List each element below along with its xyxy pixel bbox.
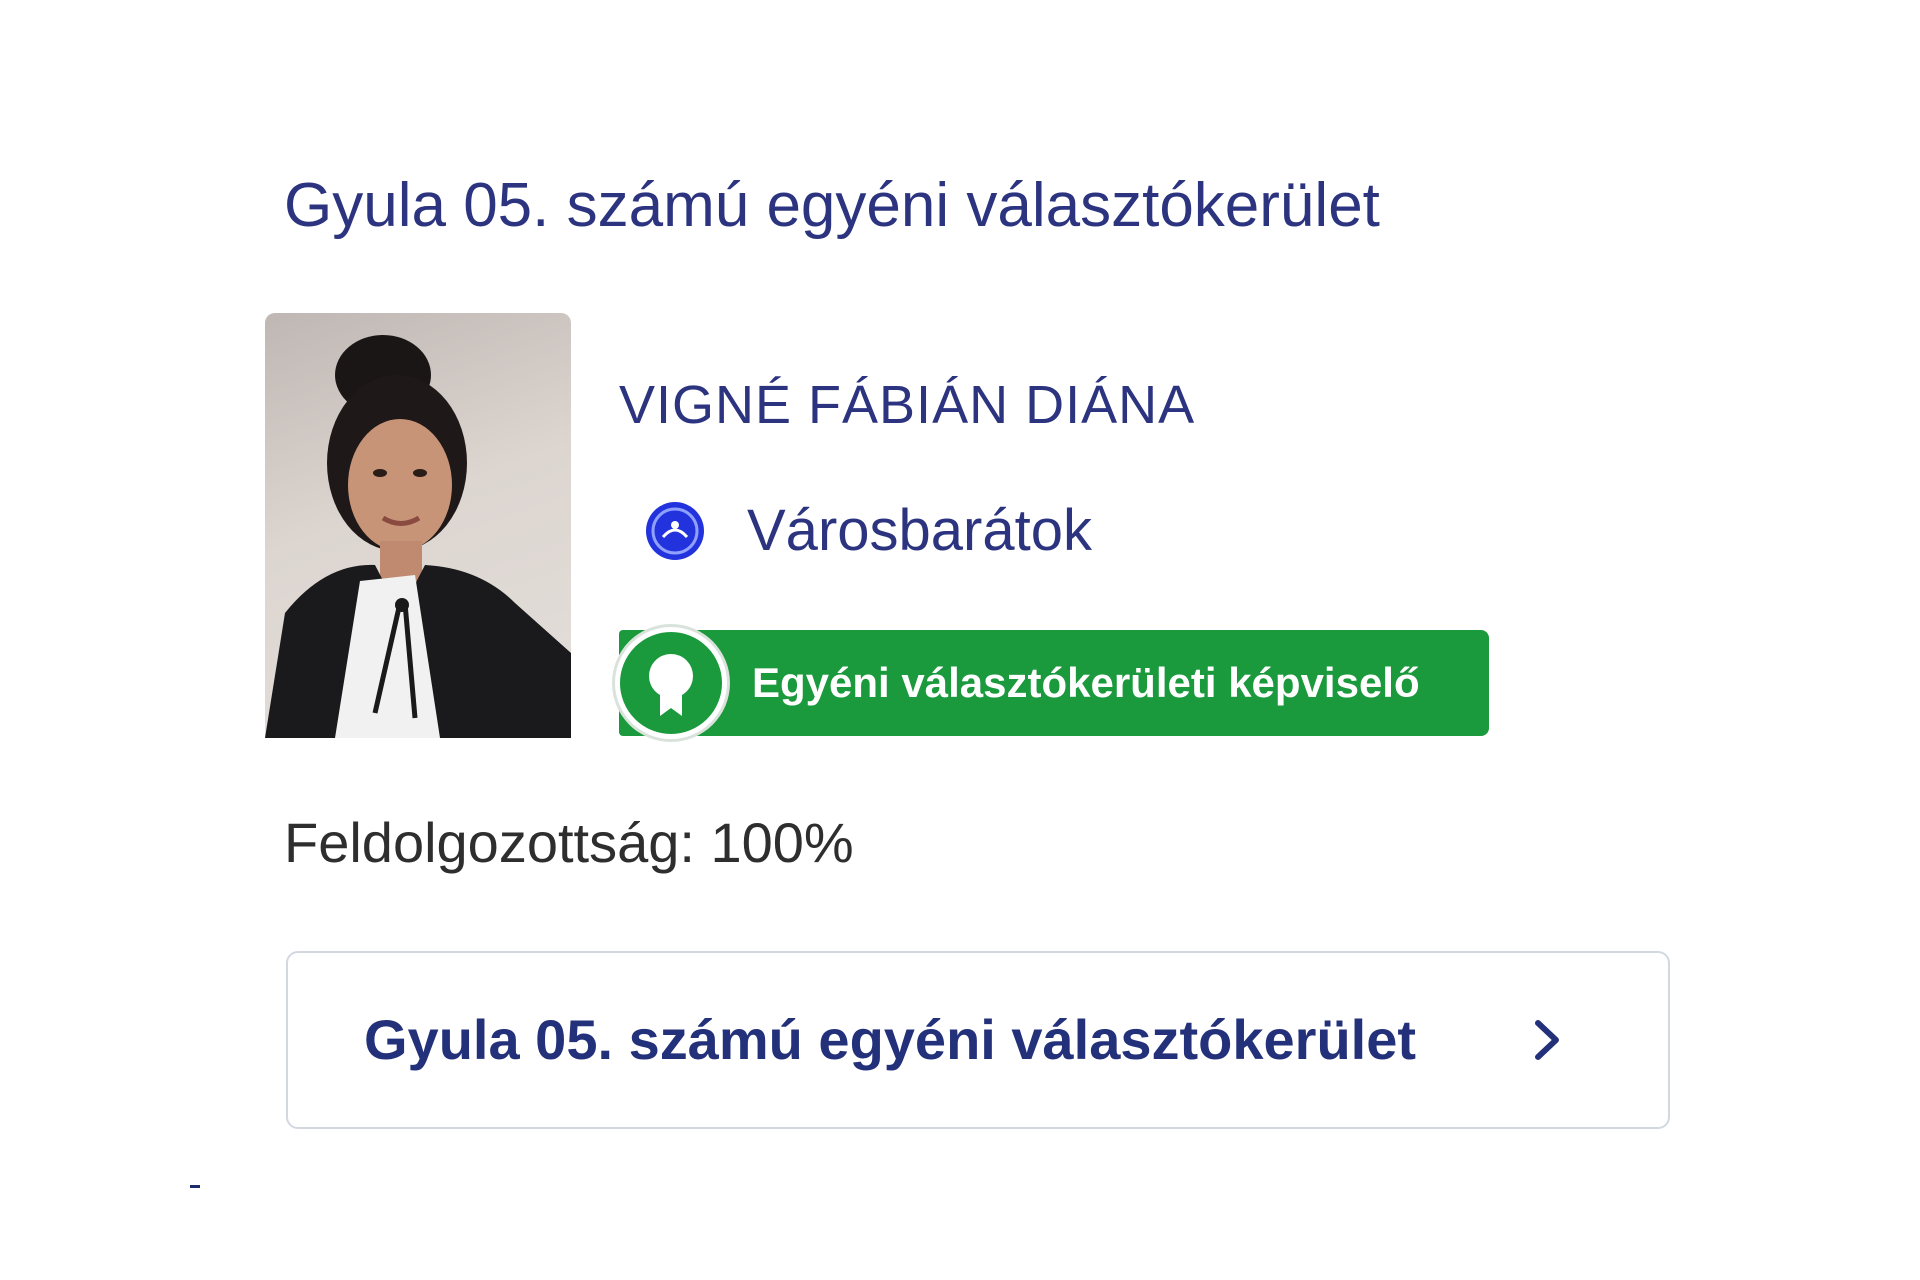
district-title: Gyula 05. számú egyéni választókerület (284, 171, 1380, 240)
candidate-photo (265, 313, 571, 738)
party-logo-icon (646, 502, 704, 560)
candidate-name: VIGNÉ FÁBIÁN DIÁNA (619, 375, 1196, 435)
award-medal-icon (615, 627, 727, 739)
stray-mark (190, 1185, 200, 1188)
party-row: Városbarátok (645, 494, 1092, 568)
party-name: Városbarátok (747, 498, 1092, 563)
candidate-portrait-image (265, 335, 571, 738)
badge-label: Egyéni választókerületi képviselő (752, 659, 1420, 706)
chevron-right-icon (1535, 1020, 1559, 1060)
processing-status: Feldolgozottság: 100% (284, 811, 854, 874)
winner-badge: Egyéni választókerületi képviselő (615, 627, 1489, 739)
district-link-button[interactable]: Gyula 05. számú egyéni választókerület (286, 951, 1670, 1129)
district-link-label: Gyula 05. számú egyéni választókerület (364, 1008, 1417, 1071)
